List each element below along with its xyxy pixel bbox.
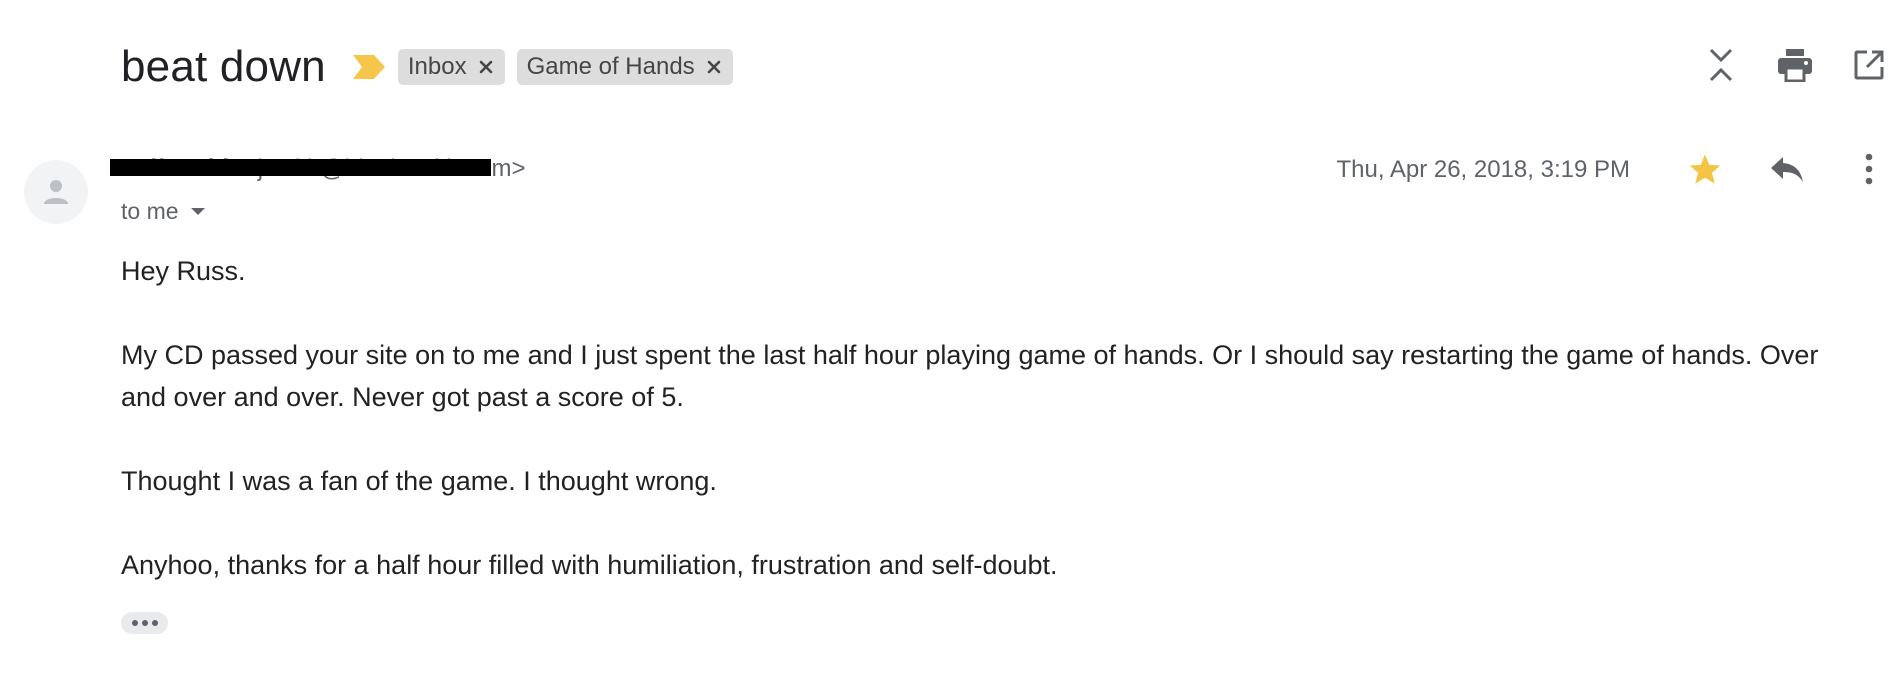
recipient-details-toggle[interactable]: to me: [121, 198, 205, 225]
person-icon: [44, 180, 68, 204]
caret-down-icon: [190, 208, 205, 215]
close-icon[interactable]: [477, 58, 495, 76]
thread-toolbar: [1702, 46, 1888, 84]
label-chip-text: Inbox: [407, 53, 467, 80]
collapse-all-icon: [1709, 48, 1733, 82]
body-paragraph: Hey Russ.: [121, 256, 246, 286]
importance-marker-icon[interactable]: [352, 54, 386, 80]
star-icon: [1689, 154, 1721, 184]
email-subject: beat down: [121, 42, 326, 91]
show-trimmed-content-button[interactable]: [121, 612, 168, 634]
body-paragraph: My CD passed your site on to me and I ju…: [121, 340, 1819, 412]
reply-button[interactable]: [1768, 150, 1806, 188]
print-button[interactable]: [1776, 46, 1814, 84]
body-paragraph: Thought I was a fan of the game. I thoug…: [121, 466, 717, 496]
reply-icon: [1771, 157, 1803, 182]
open-in-new-window-button[interactable]: [1850, 46, 1888, 84]
label-chip-text: Game of Hands: [526, 53, 695, 80]
message-date: Thu, Apr 26, 2018, 3:19 PM: [1336, 156, 1630, 183]
open-in-new-window-icon: [1854, 50, 1884, 80]
close-icon[interactable]: [705, 58, 723, 76]
ellipsis-icon: [131, 620, 138, 626]
body-paragraph: Anyhoo, thanks for a half hour filled wi…: [121, 550, 1058, 580]
label-chip-game-of-hands: Game of Hands: [516, 49, 733, 85]
more-options-button[interactable]: [1850, 150, 1888, 188]
print-icon: [1778, 49, 1812, 82]
label-chip-inbox: Inbox: [397, 49, 505, 85]
redaction-bar: [110, 159, 491, 176]
recipient-label: to me: [121, 198, 179, 224]
avatar[interactable]: [24, 160, 88, 224]
star-button[interactable]: [1686, 150, 1724, 188]
message-actions: [1686, 150, 1888, 188]
message-body: Hey Russ. My CD passed your site on to m…: [121, 250, 1841, 628]
collapse-all-button[interactable]: [1702, 46, 1740, 84]
more-vert-icon: [1865, 153, 1873, 185]
subject-row: beat down Inbox Game of Hands: [121, 38, 733, 96]
